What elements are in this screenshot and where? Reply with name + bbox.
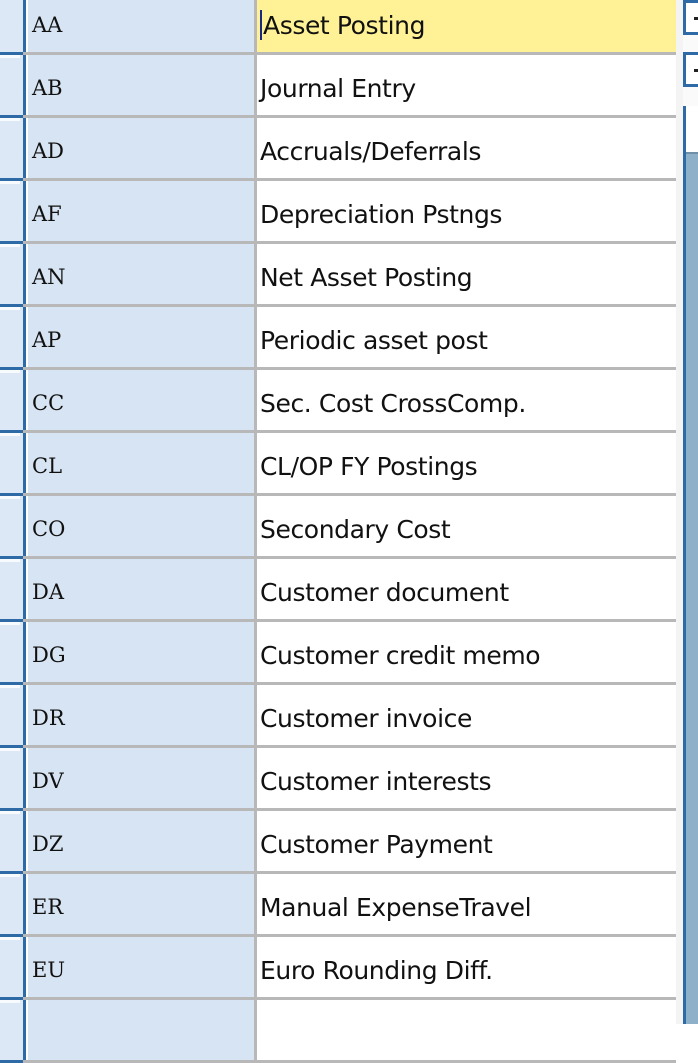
table-row[interactable]: EU Euro Rounding Diff. [0, 937, 676, 1000]
description-cell[interactable]: Journal Entry [257, 55, 676, 115]
code-cell[interactable]: DR [28, 685, 257, 745]
table-row[interactable]: DA Customer document [0, 559, 676, 622]
code-cell[interactable]: DV [28, 748, 257, 808]
code-cell[interactable] [28, 1000, 257, 1060]
table-row[interactable]: ER Manual ExpenseTravel [0, 874, 676, 937]
code-cell[interactable]: AD [28, 118, 257, 178]
description-cell[interactable]: Net Asset Posting [257, 244, 676, 304]
code-cell[interactable]: AN [28, 244, 257, 304]
description-cell[interactable]: Customer document [257, 559, 676, 619]
code-cell[interactable]: CL [28, 433, 257, 493]
table-row[interactable]: DZ Customer Payment [0, 811, 676, 874]
row-selector[interactable] [0, 118, 26, 181]
code-cell[interactable]: AB [28, 55, 257, 115]
row-selector[interactable] [0, 622, 26, 685]
document-types-table: AA Asset Posting AB Journal Entry AD Acc… [0, 0, 676, 1063]
row-selector[interactable] [0, 559, 26, 622]
table-right-gap [676, 0, 683, 1024]
row-selector[interactable] [0, 748, 26, 811]
table-row[interactable]: CC Sec. Cost CrossComp. [0, 370, 676, 433]
code-cell[interactable]: CO [28, 496, 257, 556]
description-cell[interactable]: Customer interests [257, 748, 676, 808]
description-cell[interactable] [257, 1000, 676, 1060]
row-selector[interactable] [0, 811, 26, 874]
code-cell[interactable]: AA [28, 0, 257, 52]
scroll-page-up-button[interactable] [683, 52, 698, 87]
table-row[interactable]: DG Customer credit memo [0, 622, 676, 685]
description-cell[interactable]: CL/OP FY Postings [257, 433, 676, 493]
table-row[interactable]: CL CL/OP FY Postings [0, 433, 676, 496]
dash-icon [694, 69, 698, 72]
table-row[interactable]: AN Net Asset Posting [0, 244, 676, 307]
row-selector[interactable] [0, 370, 26, 433]
vertical-scrollbar[interactable] [683, 0, 698, 1024]
code-cell[interactable]: ER [28, 874, 257, 934]
description-cell[interactable]: Depreciation Pstngs [257, 181, 676, 241]
code-cell[interactable]: AP [28, 307, 257, 367]
row-selector[interactable] [0, 0, 26, 55]
table-row[interactable]: DV Customer interests [0, 748, 676, 811]
row-selector[interactable] [0, 874, 26, 937]
code-cell[interactable]: DA [28, 559, 257, 619]
code-cell[interactable]: DG [28, 622, 257, 682]
code-cell[interactable]: DZ [28, 811, 257, 871]
description-cell[interactable]: Manual ExpenseTravel [257, 874, 676, 934]
description-cell[interactable]: Asset Posting [257, 0, 676, 52]
row-selector[interactable] [0, 433, 26, 496]
table-row[interactable]: CO Secondary Cost [0, 496, 676, 559]
scroll-to-top-button[interactable] [683, 0, 698, 35]
text-cursor [260, 10, 262, 40]
row-selector[interactable] [0, 181, 26, 244]
dash-icon [694, 17, 698, 20]
description-cell[interactable]: Periodic asset post [257, 307, 676, 367]
description-cell[interactable]: Accruals/Deferrals [257, 118, 676, 178]
code-cell[interactable]: EU [28, 937, 257, 997]
row-selector[interactable] [0, 307, 26, 370]
code-cell[interactable]: CC [28, 370, 257, 430]
code-cell[interactable]: AF [28, 181, 257, 241]
table-row[interactable]: AD Accruals/Deferrals [0, 118, 676, 181]
scrollbar-track[interactable] [683, 106, 698, 1024]
description-cell[interactable]: Euro Rounding Diff. [257, 937, 676, 997]
table-row[interactable]: AA Asset Posting [0, 0, 676, 55]
row-selector[interactable] [0, 937, 26, 1000]
description-cell[interactable]: Sec. Cost CrossComp. [257, 370, 676, 430]
description-cell[interactable]: Customer invoice [257, 685, 676, 745]
table-row[interactable]: AF Depreciation Pstngs [0, 181, 676, 244]
row-selector[interactable] [0, 244, 26, 307]
table-row[interactable]: DR Customer invoice [0, 685, 676, 748]
row-selector[interactable] [0, 1000, 26, 1063]
description-cell[interactable]: Customer credit memo [257, 622, 676, 682]
row-selector[interactable] [0, 496, 26, 559]
row-selector[interactable] [0, 55, 26, 118]
table-row[interactable]: AB Journal Entry [0, 55, 676, 118]
description-cell[interactable]: Customer Payment [257, 811, 676, 871]
table-row[interactable]: AP Periodic asset post [0, 307, 676, 370]
table-row[interactable] [0, 1000, 676, 1063]
scrollbar-thumb[interactable] [686, 152, 698, 1024]
description-cell[interactable]: Secondary Cost [257, 496, 676, 556]
row-selector[interactable] [0, 685, 26, 748]
